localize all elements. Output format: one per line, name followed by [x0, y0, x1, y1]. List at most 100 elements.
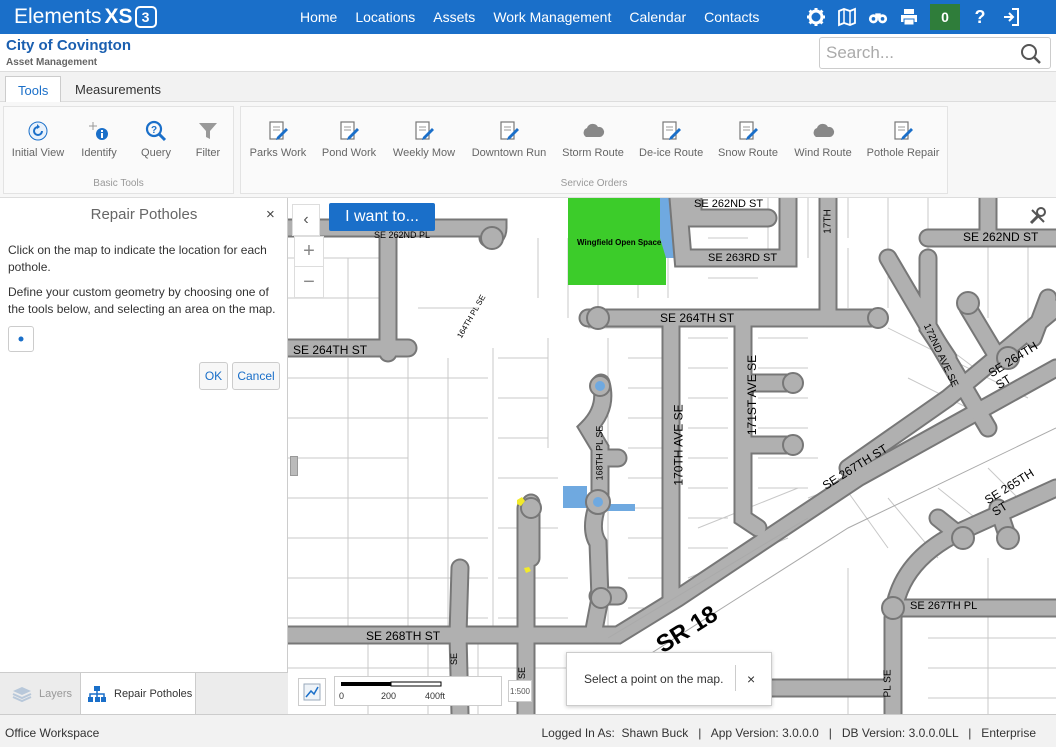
printer-icon[interactable] [899, 7, 919, 27]
nav-assets[interactable]: Assets [433, 9, 475, 25]
nav-calendar[interactable]: Calendar [629, 9, 686, 25]
filter-icon [190, 119, 226, 143]
ribbon-tabs: Tools Measurements [0, 72, 1056, 103]
panel-resize-handle[interactable] [290, 456, 298, 476]
query-icon: ? [134, 119, 178, 143]
i-want-to-button[interactable]: I want to... [329, 203, 435, 231]
panel-title: Repair Potholes [90, 206, 198, 223]
map-label: Wingfield Open Space [577, 238, 662, 247]
tab-layers[interactable]: Layers [0, 673, 80, 715]
parks-work-tool[interactable]: Parks Work [247, 119, 309, 159]
scale-ratio-button[interactable]: 1:500 [508, 680, 532, 702]
filter-tool[interactable]: Filter [190, 119, 226, 159]
map-label: 170TH AVE SE [671, 404, 686, 486]
service-orders-group: Parks Work Pond Work Weekly Mow Downtown… [240, 106, 948, 194]
edit-doc-icon [321, 119, 377, 143]
weekly-mow-tool[interactable]: Weekly Mow [391, 119, 457, 159]
toast-message: Select a point on the map. [584, 672, 724, 686]
pond-center [563, 486, 587, 508]
layers-icon [12, 687, 32, 703]
search-input[interactable] [826, 42, 1016, 64]
map-label: SE 262ND PL [374, 230, 431, 240]
logo-xs: XS 3 [105, 5, 157, 29]
notification-count-badge[interactable]: 0 [930, 4, 960, 30]
app-logo[interactable]: Elements XS 3 [14, 2, 157, 32]
storm-route-tool[interactable]: Storm Route [561, 119, 625, 159]
identify-tool[interactable]: Identify [74, 119, 124, 159]
basic-tools-group: Initial View Identify ? Query Filter Bas… [3, 106, 234, 194]
map-label: 17TH [822, 209, 834, 234]
page-title: City of Covington [6, 37, 131, 54]
de-ice-route-tool[interactable]: De-ice Route [639, 119, 703, 159]
tab-tools[interactable]: Tools [5, 76, 62, 103]
query-tool[interactable]: ? Query [134, 119, 178, 159]
status-info: Logged In As: Shawn Buck | App Version: … [541, 726, 1036, 740]
status-bar: Office Workspace Logged In As: Shawn Buc… [0, 714, 1056, 747]
panel-instructions: Click on the map to indicate the locatio… [8, 243, 267, 274]
panel-close-button[interactable]: × [266, 206, 275, 223]
edit-doc-icon [865, 119, 941, 143]
panel-geometry-instructions: Define your custom geometry by choosing … [8, 285, 276, 316]
cancel-button[interactable]: Cancel [232, 362, 280, 390]
tab-measurements[interactable]: Measurements [63, 76, 173, 103]
map-label: SE [449, 652, 460, 666]
edit-doc-icon [247, 119, 309, 143]
map-label: PL SE [882, 669, 894, 698]
scale-label-200: 200 [381, 691, 397, 701]
basic-tools-title: Basic Tools [93, 178, 144, 189]
ok-button[interactable]: OK [199, 362, 228, 390]
edit-doc-icon [471, 119, 547, 143]
nav-home[interactable]: Home [300, 9, 337, 25]
collapse-panel-button[interactable]: ‹ [292, 204, 320, 236]
binoculars-icon[interactable] [868, 7, 888, 27]
svg-text:?: ? [151, 125, 157, 136]
map-icon[interactable] [837, 7, 857, 27]
toast-close-button[interactable]: × [747, 671, 755, 687]
downtown-run-tool[interactable]: Downtown Run [471, 119, 547, 159]
snow-route-tool[interactable]: Snow Route [717, 119, 779, 159]
cloud-icon [791, 119, 855, 143]
edit-doc-icon [391, 119, 457, 143]
service-orders-title: Service Orders [560, 178, 628, 189]
point-tool-button[interactable] [8, 326, 34, 352]
nav-contacts[interactable]: Contacts [704, 9, 759, 25]
pothole-repair-tool[interactable]: Pothole Repair [865, 119, 941, 159]
initial-view-tool[interactable]: Initial View [10, 119, 66, 159]
info-icon [74, 119, 124, 143]
nav-work-management[interactable]: Work Management [493, 9, 611, 25]
tools-icon[interactable] [1028, 206, 1048, 229]
map-label: SE 264TH ST [660, 311, 735, 325]
catch-basin [593, 497, 603, 507]
point-icon [18, 336, 24, 342]
zoom-out-button[interactable]: − [295, 267, 323, 297]
edit-doc-icon [717, 119, 779, 143]
map-toast: Select a point on the map. × [566, 652, 772, 706]
map-label: SE 264TH ST [293, 343, 368, 357]
tab-repair-potholes[interactable]: Repair Potholes [80, 673, 196, 715]
map-label: SE 262ND ST [694, 198, 764, 210]
top-icon-bar: 0 ? [806, 0, 1032, 34]
overview-map-button[interactable] [298, 678, 326, 706]
help-icon[interactable]: ? [970, 7, 990, 27]
pond-work-tool[interactable]: Pond Work [321, 119, 377, 159]
logo-text: Elements [14, 5, 102, 28]
main-nav: Home Locations Assets Work Management Ca… [300, 0, 777, 34]
gear-icon[interactable] [806, 7, 826, 27]
toast-divider [735, 665, 736, 691]
refresh-icon [10, 119, 66, 143]
map-view[interactable]: SE 262ND PL SE 262ND ST SE 263RD ST SE 2… [288, 198, 1056, 714]
zoom-in-button[interactable]: + [295, 237, 323, 267]
cloud-icon [561, 119, 625, 143]
nav-locations[interactable]: Locations [355, 9, 415, 25]
search-icon[interactable] [1020, 43, 1042, 68]
map-label: SE 267TH PL [910, 600, 978, 612]
logout-icon[interactable] [1001, 7, 1021, 27]
edit-doc-icon [639, 119, 703, 143]
zoom-control: + − [294, 236, 324, 298]
repair-potholes-panel: Repair Potholes × Click on the map to in… [0, 198, 288, 714]
page-subtitle: Asset Management [6, 57, 98, 68]
wind-route-tool[interactable]: Wind Route [791, 119, 855, 159]
hierarchy-icon [88, 686, 106, 702]
ribbon-toolbar: Initial View Identify ? Query Filter Bas… [0, 102, 1056, 198]
panel-bottom-tabs: Layers Repair Potholes [0, 672, 288, 715]
